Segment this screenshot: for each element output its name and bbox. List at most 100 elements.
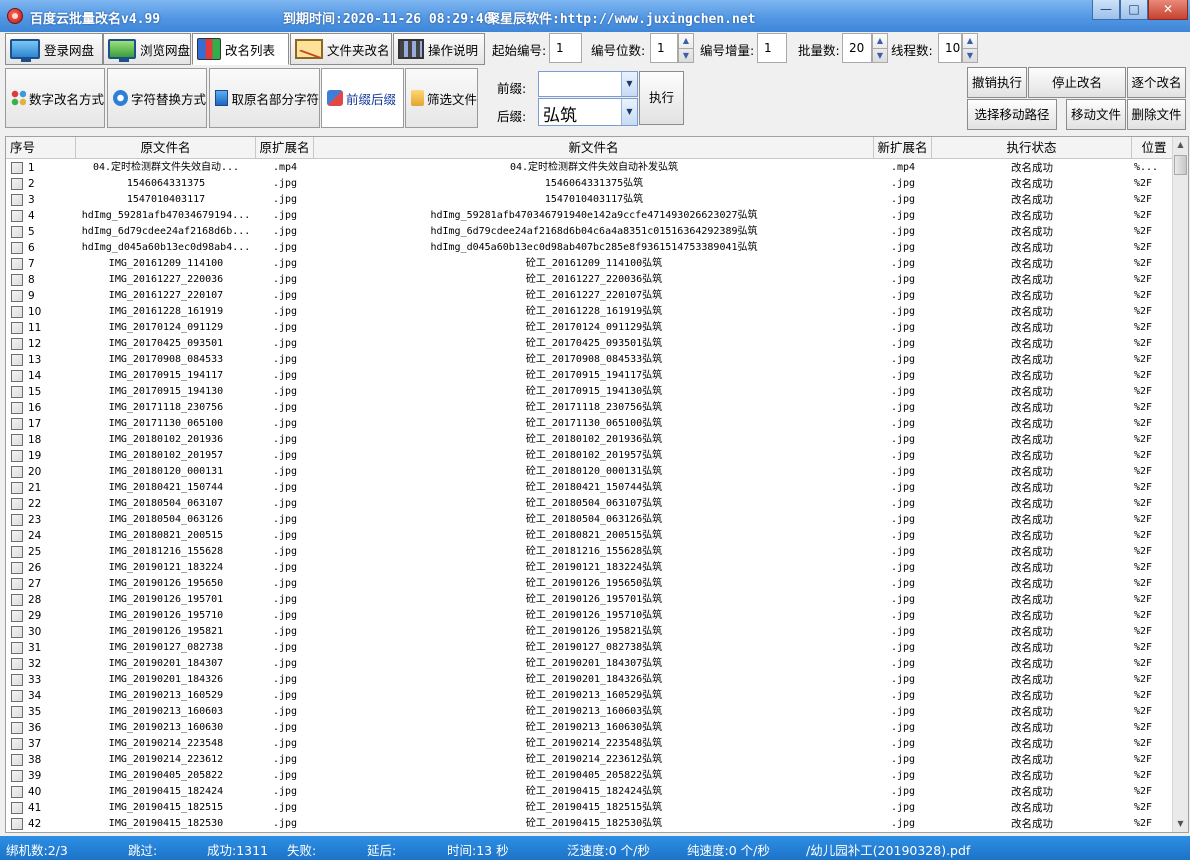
table-row[interactable]: 18 IMG_20180102_201936 .jpg 砼工_20180102_201…: [6, 432, 1176, 448]
table-row[interactable]: 24 IMG_20180821_200515 .jpg 砼工_20180821_200…: [6, 528, 1176, 544]
row-checkbox[interactable]: [11, 210, 23, 222]
chevron-down-icon[interactable]: ▼: [679, 48, 693, 62]
row-checkbox[interactable]: [11, 514, 23, 526]
table-row[interactable]: 17 IMG_20171130_065100 .jpg 砼工_20171130_065…: [6, 416, 1176, 432]
col-original-ext[interactable]: 原扩展名: [256, 137, 314, 159]
chevron-down-icon[interactable]: ▼: [621, 72, 637, 96]
col-status[interactable]: 执行状态: [932, 137, 1132, 159]
table-row[interactable]: 12 IMG_20170425_093501 .jpg 砼工_20170425_093…: [6, 336, 1176, 352]
table-row[interactable]: 19 IMG_20180102_201957 .jpg 砼工_20180102_201…: [6, 448, 1176, 464]
row-checkbox[interactable]: [11, 562, 23, 574]
table-row[interactable]: 37 IMG_20190214_223548 .jpg 砼工_20190214_223…: [6, 736, 1176, 752]
table-row[interactable]: 21 IMG_20180421_150744 .jpg 砼工_20180421_150…: [6, 480, 1176, 496]
table-row[interactable]: 35 IMG_20190213_160603 .jpg 砼工_20190213_160…: [6, 704, 1176, 720]
digits-input[interactable]: 1: [650, 33, 678, 63]
row-checkbox[interactable]: [11, 770, 23, 782]
row-checkbox[interactable]: [11, 226, 23, 238]
row-checkbox[interactable]: [11, 642, 23, 654]
row-checkbox[interactable]: [11, 786, 23, 798]
digits-stepper[interactable]: ▲ ▼: [678, 33, 694, 63]
maximize-button[interactable]: □: [1120, 0, 1148, 20]
table-row[interactable]: 13 IMG_20170908_084533 .jpg 砼工_20170908_084…: [6, 352, 1176, 368]
table-row[interactable]: 22 IMG_20180504_063107 .jpg 砼工_20180504_063…: [6, 496, 1176, 512]
increment-input[interactable]: 1: [757, 33, 787, 63]
row-checkbox[interactable]: [11, 738, 23, 750]
tab-browse[interactable]: 浏览网盘: [103, 33, 191, 65]
table-row[interactable]: 20 IMG_20180120_000131 .jpg 砼工_20180120_000…: [6, 464, 1176, 480]
vertical-scrollbar[interactable]: ▲ ▼: [1172, 137, 1188, 832]
table-row[interactable]: 28 IMG_20190126_195701 .jpg 砼工_20190126_195…: [6, 592, 1176, 608]
scroll-thumb[interactable]: [1174, 155, 1187, 175]
table-row[interactable]: 4 hdImg_59281afb47034679194... .jpg hdImg_5…: [6, 208, 1176, 224]
execute-button[interactable]: 执行: [639, 71, 684, 125]
table-row[interactable]: 10 IMG_20161228_161919 .jpg 砼工_20161228_161…: [6, 304, 1176, 320]
rename-table[interactable]: 序号 原文件名 原扩展名 新文件名 新扩展名 执行状态 位置 1 04.定时检测群…: [5, 136, 1189, 833]
row-checkbox[interactable]: [11, 194, 23, 206]
batch-input[interactable]: 20: [842, 33, 872, 63]
mode-partial-name[interactable]: 取原名部分字符: [209, 68, 320, 128]
tab-folder-rename[interactable]: 文件夹改名: [290, 33, 392, 65]
table-row[interactable]: 6 hdImg_d045a60b13ec0d98ab4... .jpg hdImg_d…: [6, 240, 1176, 256]
table-row[interactable]: 16 IMG_20171118_230756 .jpg 砼工_20171118_230…: [6, 400, 1176, 416]
table-row[interactable]: 30 IMG_20190126_195821 .jpg 砼工_20190126_195…: [6, 624, 1176, 640]
col-original-name[interactable]: 原文件名: [76, 137, 256, 159]
table-row[interactable]: 32 IMG_20190201_184307 .jpg 砼工_20190201_184…: [6, 656, 1176, 672]
table-row[interactable]: 3 1547010403117 .jpg 1547010403117弘筑 .jpg 改名成…: [6, 192, 1176, 208]
mode-filter-files[interactable]: 筛选文件: [405, 68, 478, 128]
table-row[interactable]: 40 IMG_20190415_182424 .jpg 砼工_20190415_182…: [6, 784, 1176, 800]
row-checkbox[interactable]: [11, 242, 23, 254]
chevron-down-icon[interactable]: ▼: [621, 99, 637, 125]
row-checkbox[interactable]: [11, 706, 23, 718]
row-checkbox[interactable]: [11, 434, 23, 446]
table-row[interactable]: 25 IMG_20181216_155628 .jpg 砼工_20181216_155…: [6, 544, 1176, 560]
threads-stepper[interactable]: ▲ ▼: [962, 33, 978, 63]
table-row[interactable]: 2 1546064331375 .jpg 1546064331375弘筑 .jpg 改名成…: [6, 176, 1176, 192]
row-checkbox[interactable]: [11, 306, 23, 318]
chevron-up-icon[interactable]: ▲: [963, 34, 977, 48]
close-button[interactable]: ✕: [1148, 0, 1188, 20]
row-checkbox[interactable]: [11, 290, 23, 302]
row-checkbox[interactable]: [11, 690, 23, 702]
table-row[interactable]: 14 IMG_20170915_194117 .jpg 砼工_20170915_194…: [6, 368, 1176, 384]
table-row[interactable]: 23 IMG_20180504_063126 .jpg 砼工_20180504_063…: [6, 512, 1176, 528]
suffix-select[interactable]: 弘筑 ▼: [538, 98, 638, 126]
table-row[interactable]: 39 IMG_20190405_205822 .jpg 砼工_20190405_205…: [6, 768, 1176, 784]
col-location[interactable]: 位置: [1132, 137, 1176, 159]
table-row[interactable]: 42 IMG_20190415_182530 .jpg 砼工_20190415_182…: [6, 816, 1176, 832]
col-new-name[interactable]: 新文件名: [314, 137, 874, 159]
row-checkbox[interactable]: [11, 386, 23, 398]
table-row[interactable]: 33 IMG_20190201_184326 .jpg 砼工_20190201_184…: [6, 672, 1176, 688]
table-row[interactable]: 41 IMG_20190415_182515 .jpg 砼工_20190415_182…: [6, 800, 1176, 816]
row-checkbox[interactable]: [11, 322, 23, 334]
chevron-up-icon[interactable]: ▲: [873, 34, 887, 48]
tab-rename-list[interactable]: 改名列表: [192, 33, 289, 65]
row-checkbox[interactable]: [11, 674, 23, 686]
row-checkbox[interactable]: [11, 482, 23, 494]
row-checkbox[interactable]: [11, 162, 23, 174]
table-row[interactable]: 36 IMG_20190213_160630 .jpg 砼工_20190213_160…: [6, 720, 1176, 736]
col-new-ext[interactable]: 新扩展名: [874, 137, 932, 159]
scroll-up-icon[interactable]: ▲: [1173, 137, 1188, 153]
table-row[interactable]: 26 IMG_20190121_183224 .jpg 砼工_20190121_183…: [6, 560, 1176, 576]
row-checkbox[interactable]: [11, 594, 23, 606]
table-row[interactable]: 5 hdImg_6d79cdee24af2168d6b... .jpg hdImg_6…: [6, 224, 1176, 240]
row-checkbox[interactable]: [11, 418, 23, 430]
row-checkbox[interactable]: [11, 178, 23, 190]
table-row[interactable]: 34 IMG_20190213_160529 .jpg 砼工_20190213_160…: [6, 688, 1176, 704]
row-checkbox[interactable]: [11, 274, 23, 286]
table-row[interactable]: 11 IMG_20170124_091129 .jpg 砼工_20170124_091…: [6, 320, 1176, 336]
scroll-down-icon[interactable]: ▼: [1173, 816, 1188, 832]
table-row[interactable]: 15 IMG_20170915_194130 .jpg 砼工_20170915_194…: [6, 384, 1176, 400]
row-checkbox[interactable]: [11, 450, 23, 462]
mode-char-replace[interactable]: 字符替换方式: [107, 68, 207, 128]
prefix-select[interactable]: ▼: [538, 71, 638, 97]
move-files-button[interactable]: 移动文件: [1066, 99, 1126, 130]
batch-stepper[interactable]: ▲ ▼: [872, 33, 888, 63]
table-row[interactable]: 38 IMG_20190214_223612 .jpg 砼工_20190214_223…: [6, 752, 1176, 768]
row-checkbox[interactable]: [11, 578, 23, 590]
table-row[interactable]: 29 IMG_20190126_195710 .jpg 砼工_20190126_195…: [6, 608, 1176, 624]
chevron-up-icon[interactable]: ▲: [679, 34, 693, 48]
undo-button[interactable]: 撤销执行: [967, 67, 1027, 98]
chevron-down-icon[interactable]: ▼: [873, 48, 887, 62]
row-checkbox[interactable]: [11, 354, 23, 366]
